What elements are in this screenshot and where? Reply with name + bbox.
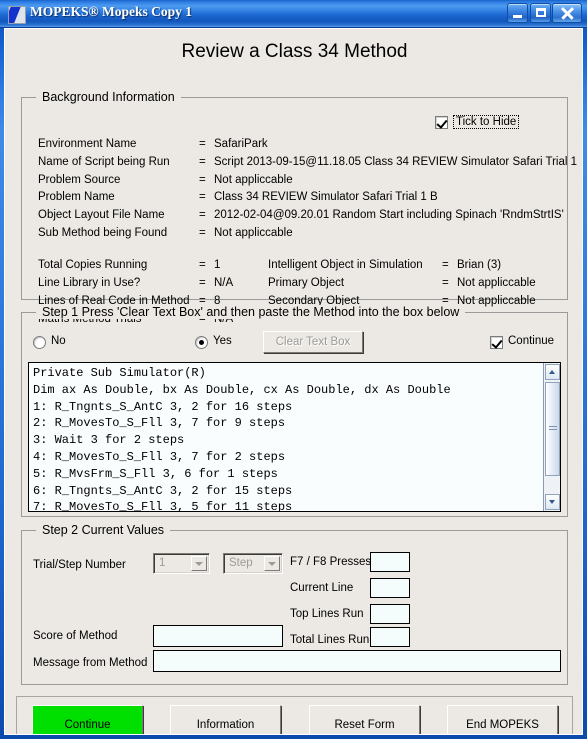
row-label: Environment Name <box>38 138 137 150</box>
row-label: Name of Script being Run <box>38 156 170 168</box>
clear-text-box-button[interactable]: Clear Text Box <box>263 331 363 353</box>
row-equals: = <box>199 191 206 203</box>
method-code-text: Private Sub Simulator(R) Dim ax As Doubl… <box>33 366 451 512</box>
row-label: Object Layout File Name <box>38 209 165 221</box>
radio-no-label: No <box>51 335 66 347</box>
row-label: Primary Object <box>268 277 345 289</box>
row-value: Class 34 REVIEW Simulator Safari Trial 1… <box>214 191 438 203</box>
row-equals: = <box>442 277 449 289</box>
top-lines-run-label: Top Lines Run <box>290 608 364 620</box>
form-client-area: Review a Class 34 Method Background Info… <box>4 28 583 735</box>
row-value: Script 2013-09-15@11.18.05 Class 34 REVI… <box>214 156 578 168</box>
scroll-up-icon <box>549 370 555 374</box>
chevron-down-icon[interactable] <box>264 556 280 571</box>
step-value: Step <box>229 557 253 569</box>
maximize-button[interactable] <box>530 3 551 23</box>
row-label: Problem Name <box>38 191 115 203</box>
trial-number-dropdown[interactable]: 1 <box>153 553 210 574</box>
tick-to-hide-label: Tick to Hide <box>453 115 520 129</box>
row-label: Problem Source <box>38 174 121 186</box>
scroll-down-button[interactable] <box>545 494 560 510</box>
row-equals: = <box>199 277 206 289</box>
window-title: MOPEKS® Mopeks Copy 1 <box>30 4 192 19</box>
minimize-button[interactable] <box>507 3 528 23</box>
maximize-icon <box>536 8 546 17</box>
row-value: Not appliccable <box>214 174 293 186</box>
close-button[interactable] <box>552 3 582 23</box>
page-title: Review a Class 34 Method <box>181 41 408 62</box>
radio-no[interactable] <box>33 336 46 349</box>
continue-checkbox-label: Continue <box>508 335 555 347</box>
code-vertical-scrollbar[interactable] <box>543 363 560 511</box>
radio-yes[interactable] <box>195 336 208 349</box>
score-of-method-label: Score of Method <box>33 630 118 642</box>
row-equals: = <box>199 209 206 221</box>
row-label: Line Library in Use? <box>38 277 141 289</box>
chevron-down-icon[interactable] <box>191 556 207 571</box>
end-mopeks-button[interactable]: End MOPEKS <box>447 705 558 734</box>
reset-form-button[interactable]: Reset Form <box>309 705 420 734</box>
continue-button[interactable]: Continue <box>32 705 143 734</box>
row-label: Total Copies Running <box>38 259 148 271</box>
current-line-input[interactable] <box>370 578 410 598</box>
row-value: SafariPark <box>214 138 268 150</box>
row-value: Brian (3) <box>457 259 502 271</box>
row-label: Sub Method being Found <box>38 227 168 239</box>
current-line-label: Current Line <box>290 582 354 594</box>
method-code-textarea[interactable]: Private Sub Simulator(R) Dim ax As Doubl… <box>28 362 561 512</box>
row-equals: = <box>199 156 206 168</box>
minimize-icon <box>513 15 522 18</box>
trial-step-number-label: Trial/Step Number <box>33 559 126 571</box>
information-button[interactable]: Information <box>170 705 281 734</box>
f7-f8-presses-label: F7 / F8 Presses <box>290 556 372 568</box>
step1-title: Step 1 Press 'Clear Text Box' and then p… <box>36 305 466 319</box>
title-bar: MOPEKS® Mopeks Copy 1 <box>0 0 587 28</box>
message-from-method-label: Message from Method <box>33 657 148 669</box>
row-equals: = <box>442 259 449 271</box>
radio-yes-label: Yes <box>213 335 232 347</box>
scroll-up-button[interactable] <box>545 364 560 380</box>
total-lines-run-label: Total Lines Run <box>290 634 370 646</box>
row-value: Not appliccable <box>457 277 536 289</box>
total-lines-run-input[interactable] <box>370 627 410 647</box>
step2-title: Step 2 Current Values <box>36 523 171 537</box>
scroll-down-icon <box>549 500 555 504</box>
step-dropdown[interactable]: Step <box>223 553 283 574</box>
row-value: 2012-02-04@09.20.01 Random Start includi… <box>214 209 564 221</box>
score-of-method-input[interactable] <box>153 625 283 647</box>
row-value: N/A <box>214 277 234 289</box>
message-from-method-input[interactable] <box>153 650 561 672</box>
row-label: Intelligent Object in Simulation <box>268 259 423 271</box>
row-value: 1 <box>214 259 221 271</box>
row-equals: = <box>199 227 206 239</box>
background-information-title: Background Information <box>36 90 181 104</box>
row-equals: = <box>199 259 206 271</box>
row-equals: = <box>199 174 206 186</box>
scrollbar-thumb[interactable] <box>545 382 560 476</box>
row-value: Not appliccable <box>457 295 536 307</box>
application-window: MOPEKS® Mopeks Copy 1 Review a Class 34 … <box>0 0 587 739</box>
top-lines-run-input[interactable] <box>370 604 410 624</box>
tick-to-hide-checkbox[interactable] <box>435 116 448 129</box>
continue-checkbox[interactable] <box>490 336 503 349</box>
row-equals: = <box>199 138 206 150</box>
row-value: Not appliccable <box>214 227 293 239</box>
trial-number-value: 1 <box>159 557 166 569</box>
f7-f8-presses-input[interactable] <box>370 552 410 572</box>
mopeks-logo-icon <box>8 6 26 24</box>
